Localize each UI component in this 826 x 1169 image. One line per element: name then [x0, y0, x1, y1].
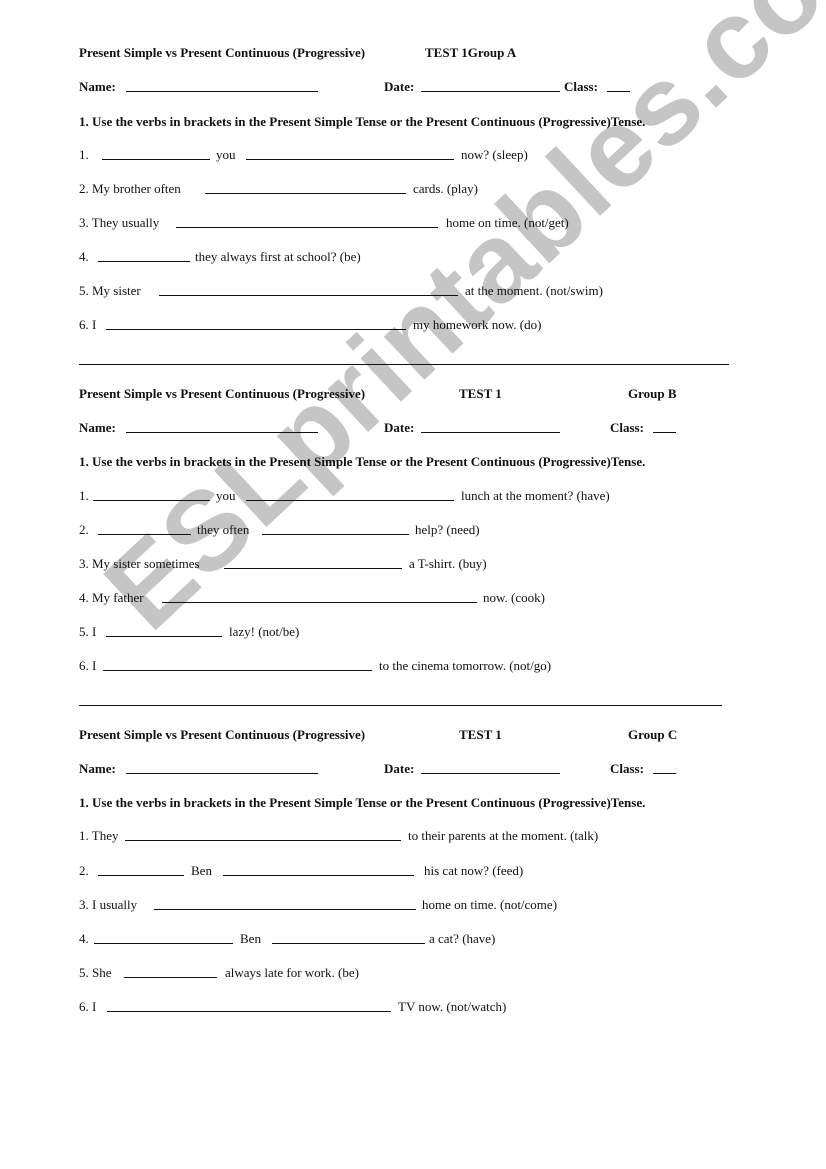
item-text: home on time. (not/get) — [446, 215, 569, 230]
item-text: now. (cook) — [483, 590, 545, 605]
answer-blank[interactable] — [103, 670, 372, 671]
item-text: 5. My sister — [79, 283, 141, 298]
item-text: 3. They usually — [79, 215, 160, 230]
answer-blank[interactable] — [125, 840, 401, 841]
item-text: a T-shirt. (buy) — [409, 556, 487, 571]
item-text: 4. — [79, 931, 89, 946]
item-text: 5. I — [79, 624, 97, 639]
answer-blank[interactable] — [98, 261, 190, 262]
answer-blank[interactable] — [246, 500, 454, 501]
item-text: a cat? (have) — [429, 931, 496, 946]
answer-blank[interactable] — [106, 636, 222, 637]
date-label: Date: — [384, 761, 415, 776]
item-text: 4. My father — [79, 590, 144, 605]
item-text: his cat now? (feed) — [424, 863, 524, 878]
item-text: 1. — [79, 147, 89, 162]
date-field[interactable] — [421, 91, 560, 92]
class-field[interactable] — [653, 773, 676, 774]
group-label: Group C — [628, 727, 678, 742]
name-label: Name: — [79, 79, 116, 94]
answer-blank[interactable] — [162, 602, 477, 603]
name-field[interactable] — [126, 432, 318, 433]
class-field[interactable] — [653, 432, 676, 433]
item-text: to the cinema tomorrow. (not/go) — [379, 658, 552, 673]
item-text: 1. — [79, 488, 89, 503]
item-text: 3. I usually — [79, 897, 138, 912]
item-text: home on time. (not/come) — [422, 897, 558, 912]
answer-blank[interactable] — [176, 227, 438, 228]
test-label: TEST 1 — [459, 386, 502, 401]
item-text: 2. My brother often — [79, 181, 181, 196]
item-text: 3. My sister sometimes — [79, 556, 200, 571]
item-text: lunch at the moment? (have) — [461, 488, 610, 503]
item-text: lazy! (not/be) — [229, 624, 300, 639]
class-label: Class: — [564, 79, 598, 94]
item-text: 2. — [79, 863, 89, 878]
item-text: 1. They — [79, 828, 119, 843]
date-label: Date: — [384, 420, 415, 435]
class-label: Class: — [610, 420, 644, 435]
item-text: Ben — [240, 931, 261, 946]
item-text: 5. She — [79, 965, 112, 980]
test-group-label: TEST 1Group A — [425, 45, 517, 60]
item-text: they often — [197, 522, 250, 537]
date-label: Date: — [384, 79, 415, 94]
item-text: Ben — [191, 863, 212, 878]
answer-blank[interactable] — [154, 909, 416, 910]
name-field[interactable] — [126, 91, 318, 92]
item-text: always late for work. (be) — [225, 965, 359, 980]
item-text: cards. (play) — [413, 181, 478, 196]
item-text: they always first at school? (be) — [195, 249, 361, 264]
section-divider — [79, 705, 722, 706]
section-title: Present Simple vs Present Continuous (Pr… — [79, 45, 366, 60]
answer-blank[interactable] — [205, 193, 406, 194]
answer-blank[interactable] — [224, 568, 402, 569]
item-text: help? (need) — [415, 522, 480, 537]
answer-blank[interactable] — [102, 159, 210, 160]
name-label: Name: — [79, 761, 116, 776]
answer-blank[interactable] — [107, 1011, 391, 1012]
instruction-text: 1. Use the verbs in brackets in the Pres… — [79, 454, 646, 469]
section-title: Present Simple vs Present Continuous (Pr… — [79, 727, 366, 742]
section-divider — [79, 364, 729, 365]
item-text: to their parents at the moment. (talk) — [408, 828, 599, 843]
item-text: TV now. (not/watch) — [398, 999, 507, 1014]
item-text: 4. — [79, 249, 89, 264]
item-text: you — [216, 147, 236, 162]
date-field[interactable] — [421, 432, 560, 433]
answer-blank[interactable] — [98, 875, 184, 876]
answer-blank[interactable] — [98, 534, 191, 535]
answer-blank[interactable] — [272, 943, 425, 944]
answer-blank[interactable] — [223, 875, 414, 876]
name-label: Name: — [79, 420, 116, 435]
class-label: Class: — [610, 761, 644, 776]
class-field[interactable] — [607, 91, 630, 92]
item-text: now? (sleep) — [461, 147, 528, 162]
date-field[interactable] — [421, 773, 560, 774]
group-label: Group B — [628, 386, 677, 401]
answer-blank[interactable] — [93, 500, 210, 501]
instruction-text: 1. Use the verbs in brackets in the Pres… — [79, 114, 646, 129]
section-title: Present Simple vs Present Continuous (Pr… — [79, 386, 366, 401]
test-label: TEST 1 — [459, 727, 502, 742]
answer-blank[interactable] — [106, 329, 406, 330]
item-text: 6. I — [79, 658, 97, 673]
name-field[interactable] — [126, 773, 318, 774]
answer-blank[interactable] — [94, 943, 233, 944]
item-text: you — [216, 488, 236, 503]
answer-blank[interactable] — [262, 534, 409, 535]
instruction-text: 1. Use the verbs in brackets in the Pres… — [79, 795, 646, 810]
answer-blank[interactable] — [246, 159, 454, 160]
answer-blank[interactable] — [159, 295, 458, 296]
item-text: 6. I — [79, 999, 97, 1014]
answer-blank[interactable] — [124, 977, 217, 978]
item-text: 2. — [79, 522, 89, 537]
item-text: at the moment. (not/swim) — [465, 283, 603, 298]
item-text: 6. I — [79, 317, 97, 332]
item-text: my homework now. (do) — [413, 317, 542, 332]
